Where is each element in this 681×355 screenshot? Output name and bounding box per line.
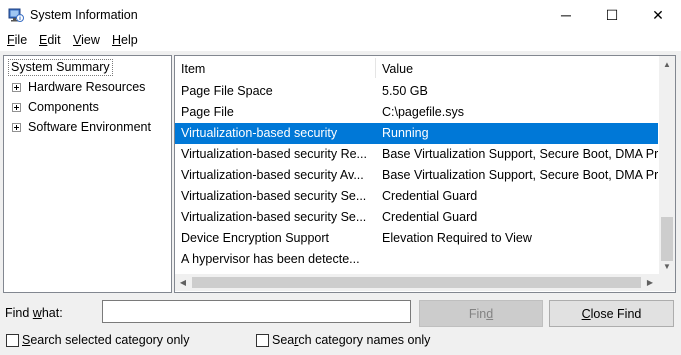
maximize-icon: ☐ (605, 6, 619, 23)
checkbox-unchecked[interactable] (6, 333, 19, 347)
table-row[interactable]: Page File C:\pagefile.sys (175, 102, 658, 123)
minimize-icon: ─ (561, 7, 571, 23)
search-selected-category-checkbox[interactable]: Search selected category only (6, 333, 189, 347)
details-list[interactable]: Item Value Page File Space 5.50 GB Page … (174, 55, 676, 293)
menu-view[interactable]: View (73, 33, 100, 47)
table-row[interactable]: Virtualization-based security Se... Cred… (175, 207, 658, 228)
scroll-left-arrow-icon[interactable]: ◀ (175, 278, 191, 287)
expand-plus-icon[interactable] (12, 82, 21, 92)
table-row[interactable]: Device Encryption Support Elevation Requ… (175, 228, 658, 249)
column-header-item[interactable]: Item (181, 62, 205, 76)
scroll-down-arrow-icon[interactable]: ▼ (659, 262, 675, 271)
close-find-button[interactable]: Close Find (549, 300, 674, 327)
search-category-names-checkbox[interactable]: Sea r ch category names only (256, 333, 430, 347)
find-button[interactable]: Fin d (419, 300, 543, 327)
close-window-button[interactable]: ✕ (635, 0, 681, 30)
checkbox-unchecked[interactable] (256, 333, 269, 347)
horizontal-scroll-thumb[interactable] (192, 277, 641, 288)
title-bar[interactable]: System Information ─ ☐ ✕ (0, 0, 681, 30)
horizontal-scrollbar[interactable]: ◀ ▶ (175, 274, 659, 291)
table-row-selected[interactable]: Virtualization-based security Running (175, 123, 658, 144)
scroll-up-arrow-icon[interactable]: ▲ (659, 60, 675, 69)
system-information-app-icon (8, 8, 24, 22)
table-row[interactable]: Virtualization-based security Se... Cred… (175, 186, 658, 207)
list-header: Item Value (175, 56, 658, 80)
table-row[interactable]: Virtualization-based security Av... Base… (175, 165, 658, 186)
column-header-value[interactable]: Value (382, 62, 413, 76)
maximize-button[interactable]: ☐ (589, 0, 635, 30)
expand-plus-icon[interactable] (12, 102, 21, 112)
tree-item-system-summary[interactable]: System Summary (8, 59, 113, 76)
vertical-scrollbar[interactable]: ▲ ▼ (659, 56, 675, 274)
vertical-scroll-thumb[interactable] (661, 217, 673, 261)
menu-help[interactable]: Help (112, 33, 138, 47)
minimize-button[interactable]: ─ (543, 0, 589, 30)
find-what-input[interactable] (102, 300, 411, 323)
tree-item-hardware-resources[interactable]: Hardware Resources (12, 78, 145, 96)
table-row[interactable]: Virtualization-based security Re... Base… (175, 144, 658, 165)
tree-item-software-environment[interactable]: Software Environment (12, 118, 151, 136)
find-what-label: Find what: (5, 306, 63, 320)
menu-edit[interactable]: Edit (39, 33, 61, 47)
expand-plus-icon[interactable] (12, 122, 21, 132)
scroll-right-arrow-icon[interactable]: ▶ (642, 278, 658, 287)
window-title: System Information (30, 8, 138, 22)
table-row[interactable]: Page File Space 5.50 GB (175, 81, 658, 102)
menu-bar: File Edit View Help (0, 30, 681, 51)
category-tree[interactable]: System Summary Hardware Resources Compon… (3, 55, 172, 293)
menu-file[interactable]: File (7, 33, 27, 47)
scrollbar-corner (659, 274, 675, 291)
close-icon: ✕ (652, 6, 664, 23)
table-row[interactable]: A hypervisor has been detecte... (175, 249, 658, 270)
column-divider[interactable] (375, 58, 376, 78)
tree-item-components[interactable]: Components (12, 98, 99, 116)
